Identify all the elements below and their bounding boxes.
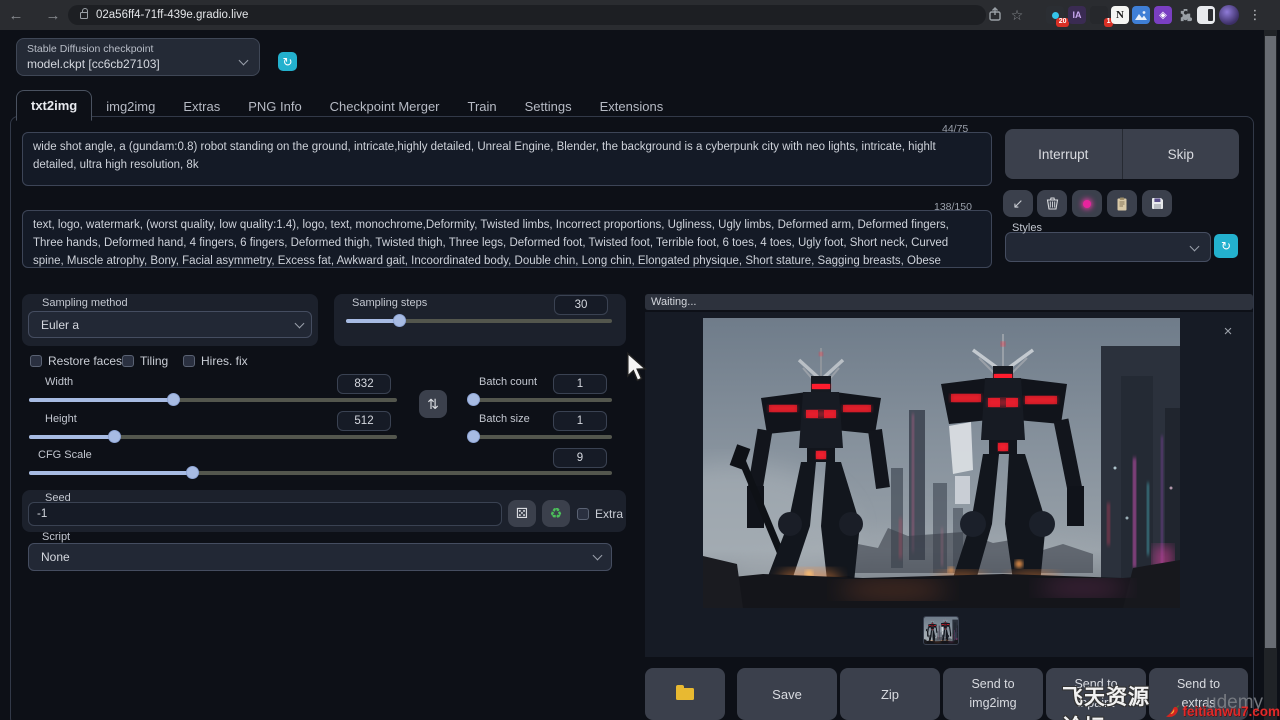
lock-icon [80,12,88,19]
tab-extras[interactable]: Extras [169,92,234,121]
extensions-puzzle-icon[interactable] [1176,6,1194,24]
mouse-cursor [626,352,650,384]
tab-checkpoint-merger[interactable]: Checkpoint Merger [316,92,454,121]
extension-icon-ia[interactable]: IA [1068,6,1086,24]
tab-train[interactable]: Train [454,92,511,121]
prompt-input[interactable]: wide shot angle, a (gundam:0.8) robot st… [22,132,992,186]
styles-label: Styles [1012,222,1042,234]
tab-bar: txt2img img2img Extras PNG Info Checkpoi… [16,90,677,121]
progress-bar: Waiting... [645,294,1253,310]
extension-icon-photos[interactable] [1132,6,1150,24]
txt2img-panel [10,116,1254,720]
checkpoint-block: Stable Diffusion checkpoint model.ckpt [… [16,38,260,76]
site-watermark: 飞天资源论坛 feitianwu7.com [1062,681,1280,720]
progress-status-text: Waiting... [651,296,696,308]
address-bar[interactable]: 02a56ff4-71ff-439e.gradio.live [68,5,986,25]
tab-txt2img[interactable]: txt2img [16,90,92,121]
tab-extensions[interactable]: Extensions [586,92,678,121]
chevron-down-icon [239,56,249,66]
extension-icon-purple[interactable]: ◈ [1154,6,1172,24]
scrollbar-thumb[interactable] [1265,36,1276,648]
checkpoint-label: Stable Diffusion checkpoint [27,43,153,55]
skip-button[interactable]: Skip [1123,129,1240,179]
watermark-site-name: 飞天资源论坛 [1062,681,1162,720]
watermark-site-url: feitianwu7.com [1182,704,1280,719]
extension-icon-notion[interactable]: N [1111,6,1129,24]
sidebar-toggle-icon[interactable] [1197,6,1215,24]
extension-icon-blue-dot[interactable]: 20 [1046,6,1064,24]
bookmark-star-icon[interactable]: ☆ [1006,4,1028,26]
negative-prompt-input[interactable]: text, logo, watermark, (worst quality, l… [22,210,992,268]
url-text: 02a56ff4-71ff-439e.gradio.live [96,9,248,21]
back-icon[interactable]: ← [5,4,27,26]
tab-settings[interactable]: Settings [511,92,586,121]
extension-icon-dark[interactable]: 1 [1090,6,1108,24]
tab-img2img[interactable]: img2img [92,92,169,121]
refresh-checkpoint-button[interactable]: ↻ [278,52,297,71]
scrollbar-track[interactable] [1264,30,1277,720]
profile-avatar[interactable] [1219,5,1239,25]
checkpoint-dropdown[interactable]: model.ckpt [cc6cb27103] [27,57,160,71]
script-label: Script [42,531,70,543]
generate-button-group: Interrupt Skip [1005,129,1239,179]
screen: ← → ↻ 02a56ff4-71ff-439e.gradio.live ☆ 2… [0,0,1280,720]
tab-png-info[interactable]: PNG Info [234,92,315,121]
browser-toolbar: ← → ↻ 02a56ff4-71ff-439e.gradio.live ☆ 2… [0,0,1280,30]
interrupt-button[interactable]: Interrupt [1005,129,1122,179]
menu-kebab-icon[interactable]: ⋮ [1244,4,1266,26]
share-icon[interactable] [988,7,1004,23]
chili-pepper-icon [1163,700,1181,720]
forward-icon[interactable]: → [42,4,64,26]
